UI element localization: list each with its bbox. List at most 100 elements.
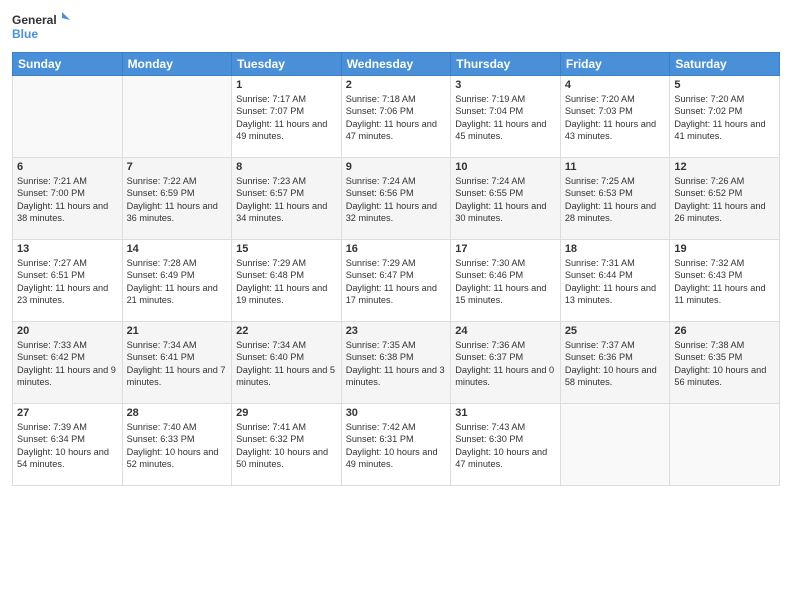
svg-text:General: General: [12, 13, 57, 27]
day-number: 4: [565, 79, 666, 91]
calendar-cell: 13 Sunrise: 7:27 AM Sunset: 6:51 PM Dayli…: [13, 240, 123, 322]
day-number: 26: [674, 325, 775, 337]
calendar-cell: 17 Sunrise: 7:30 AM Sunset: 6:46 PM Dayli…: [451, 240, 561, 322]
cell-sun-info: Sunrise: 7:23 AM Sunset: 6:57 PM Dayligh…: [236, 175, 337, 225]
cell-sun-info: Sunrise: 7:21 AM Sunset: 7:00 PM Dayligh…: [17, 175, 118, 225]
cell-sun-info: Sunrise: 7:17 AM Sunset: 7:07 PM Dayligh…: [236, 93, 337, 143]
calendar-cell: 25 Sunrise: 7:37 AM Sunset: 6:36 PM Dayli…: [560, 322, 670, 404]
calendar-cell: 20 Sunrise: 7:33 AM Sunset: 6:42 PM Dayli…: [13, 322, 123, 404]
day-number: 9: [346, 161, 447, 173]
calendar-cell: 2 Sunrise: 7:18 AM Sunset: 7:06 PM Daylig…: [341, 76, 451, 158]
col-header-tuesday: Tuesday: [232, 53, 342, 76]
calendar-cell: 16Sunrise: 7:29 AM Sunset: 6:47 PM Dayli…: [341, 240, 451, 322]
calendar-table: SundayMondayTuesdayWednesdayThursdayFrid…: [12, 52, 780, 486]
cell-sun-info: Sunrise: 7:42 AM Sunset: 6:31 PM Dayligh…: [346, 421, 447, 471]
cell-sun-info: Sunrise: 7:24 AM Sunset: 6:56 PM Dayligh…: [346, 175, 447, 225]
cell-sun-info: Sunrise: 7:43 AM Sunset: 6:30 PM Dayligh…: [455, 421, 556, 471]
calendar-cell: [560, 404, 670, 486]
day-number: 21: [127, 325, 228, 337]
day-number: 8: [236, 161, 337, 173]
calendar-cell: 26Sunrise: 7:38 AM Sunset: 6:35 PM Dayli…: [670, 322, 780, 404]
day-number: 16: [346, 243, 447, 255]
cell-sun-info: Sunrise: 7:30 AM Sunset: 6:46 PM Dayligh…: [455, 257, 556, 307]
day-number: 2: [346, 79, 447, 91]
day-number: 19: [674, 243, 775, 255]
day-number: 28: [127, 407, 228, 419]
col-header-friday: Friday: [560, 53, 670, 76]
calendar-cell: 22 Sunrise: 7:34 AM Sunset: 6:40 PM Dayli…: [232, 322, 342, 404]
day-number: 7: [127, 161, 228, 173]
col-header-sunday: Sunday: [13, 53, 123, 76]
calendar-cell: [13, 76, 123, 158]
cell-sun-info: Sunrise: 7:27 AM Sunset: 6:51 PM Dayligh…: [17, 257, 118, 307]
cell-sun-info: Sunrise: 7:22 AM Sunset: 6:59 PM Dayligh…: [127, 175, 228, 225]
header: General Blue: [12, 10, 780, 46]
calendar-cell: 29 Sunrise: 7:41 AM Sunset: 6:32 PM Dayli…: [232, 404, 342, 486]
day-number: 15: [236, 243, 337, 255]
cell-sun-info: Sunrise: 7:33 AM Sunset: 6:42 PM Dayligh…: [17, 339, 118, 389]
week-row-3: 20 Sunrise: 7:33 AM Sunset: 6:42 PM Dayli…: [13, 322, 780, 404]
logo: General Blue: [12, 10, 72, 46]
calendar-cell: [122, 76, 232, 158]
cell-sun-info: Sunrise: 7:31 AM Sunset: 6:44 PM Dayligh…: [565, 257, 666, 307]
cell-sun-info: Sunrise: 7:40 AM Sunset: 6:33 PM Dayligh…: [127, 421, 228, 471]
calendar-cell: 12 Sunrise: 7:26 AM Sunset: 6:52 PM Dayli…: [670, 158, 780, 240]
day-number: 25: [565, 325, 666, 337]
cell-sun-info: Sunrise: 7:25 AM Sunset: 6:53 PM Dayligh…: [565, 175, 666, 225]
week-row-0: 1 Sunrise: 7:17 AM Sunset: 7:07 PM Daylig…: [13, 76, 780, 158]
cell-sun-info: Sunrise: 7:18 AM Sunset: 7:06 PM Dayligh…: [346, 93, 447, 143]
calendar-cell: 4 Sunrise: 7:20 AM Sunset: 7:03 PM Daylig…: [560, 76, 670, 158]
day-number: 23: [346, 325, 447, 337]
calendar-cell: 19 Sunrise: 7:32 AM Sunset: 6:43 PM Dayli…: [670, 240, 780, 322]
day-number: 24: [455, 325, 556, 337]
day-number: 12: [674, 161, 775, 173]
cell-sun-info: Sunrise: 7:28 AM Sunset: 6:49 PM Dayligh…: [127, 257, 228, 307]
day-number: 17: [455, 243, 556, 255]
day-number: 31: [455, 407, 556, 419]
day-number: 18: [565, 243, 666, 255]
calendar-cell: 27Sunrise: 7:39 AM Sunset: 6:34 PM Dayli…: [13, 404, 123, 486]
cell-sun-info: Sunrise: 7:36 AM Sunset: 6:37 PM Dayligh…: [455, 339, 556, 389]
calendar-header-row: SundayMondayTuesdayWednesdayThursdayFrid…: [13, 53, 780, 76]
day-number: 22: [236, 325, 337, 337]
day-number: 1: [236, 79, 337, 91]
calendar-cell: 3Sunrise: 7:19 AM Sunset: 7:04 PM Daylig…: [451, 76, 561, 158]
calendar-cell: 9 Sunrise: 7:24 AM Sunset: 6:56 PM Daylig…: [341, 158, 451, 240]
cell-sun-info: Sunrise: 7:20 AM Sunset: 7:02 PM Dayligh…: [674, 93, 775, 143]
logo-svg: General Blue: [12, 10, 72, 46]
day-number: 13: [17, 243, 118, 255]
calendar-cell: 11Sunrise: 7:25 AM Sunset: 6:53 PM Dayli…: [560, 158, 670, 240]
day-number: 20: [17, 325, 118, 337]
calendar-cell: 15 Sunrise: 7:29 AM Sunset: 6:48 PM Dayli…: [232, 240, 342, 322]
calendar-cell: 6Sunrise: 7:21 AM Sunset: 7:00 PM Daylig…: [13, 158, 123, 240]
cell-sun-info: Sunrise: 7:24 AM Sunset: 6:55 PM Dayligh…: [455, 175, 556, 225]
col-header-saturday: Saturday: [670, 53, 780, 76]
cell-sun-info: Sunrise: 7:34 AM Sunset: 6:40 PM Dayligh…: [236, 339, 337, 389]
cell-sun-info: Sunrise: 7:37 AM Sunset: 6:36 PM Dayligh…: [565, 339, 666, 389]
calendar-cell: 31 Sunrise: 7:43 AM Sunset: 6:30 PM Dayli…: [451, 404, 561, 486]
cell-sun-info: Sunrise: 7:20 AM Sunset: 7:03 PM Dayligh…: [565, 93, 666, 143]
cell-sun-info: Sunrise: 7:32 AM Sunset: 6:43 PM Dayligh…: [674, 257, 775, 307]
week-row-1: 6Sunrise: 7:21 AM Sunset: 7:00 PM Daylig…: [13, 158, 780, 240]
calendar-cell: 8 Sunrise: 7:23 AM Sunset: 6:57 PM Daylig…: [232, 158, 342, 240]
calendar-cell: 21 Sunrise: 7:34 AM Sunset: 6:41 PM Dayli…: [122, 322, 232, 404]
cell-sun-info: Sunrise: 7:34 AM Sunset: 6:41 PM Dayligh…: [127, 339, 228, 389]
cell-sun-info: Sunrise: 7:29 AM Sunset: 6:48 PM Dayligh…: [236, 257, 337, 307]
cell-sun-info: Sunrise: 7:19 AM Sunset: 7:04 PM Dayligh…: [455, 93, 556, 143]
day-number: 30: [346, 407, 447, 419]
svg-text:Blue: Blue: [12, 27, 38, 41]
week-row-4: 27Sunrise: 7:39 AM Sunset: 6:34 PM Dayli…: [13, 404, 780, 486]
cell-sun-info: Sunrise: 7:41 AM Sunset: 6:32 PM Dayligh…: [236, 421, 337, 471]
calendar-cell: 30 Sunrise: 7:42 AM Sunset: 6:31 PM Dayli…: [341, 404, 451, 486]
day-number: 14: [127, 243, 228, 255]
day-number: 5: [674, 79, 775, 91]
calendar-cell: 5 Sunrise: 7:20 AM Sunset: 7:02 PM Daylig…: [670, 76, 780, 158]
calendar-cell: 7 Sunrise: 7:22 AM Sunset: 6:59 PM Daylig…: [122, 158, 232, 240]
cell-sun-info: Sunrise: 7:26 AM Sunset: 6:52 PM Dayligh…: [674, 175, 775, 225]
col-header-wednesday: Wednesday: [341, 53, 451, 76]
col-header-monday: Monday: [122, 53, 232, 76]
calendar-cell: 14 Sunrise: 7:28 AM Sunset: 6:49 PM Dayli…: [122, 240, 232, 322]
day-number: 29: [236, 407, 337, 419]
day-number: 10: [455, 161, 556, 173]
page: General Blue SundayMondayTuesdayWednesda…: [0, 0, 792, 612]
